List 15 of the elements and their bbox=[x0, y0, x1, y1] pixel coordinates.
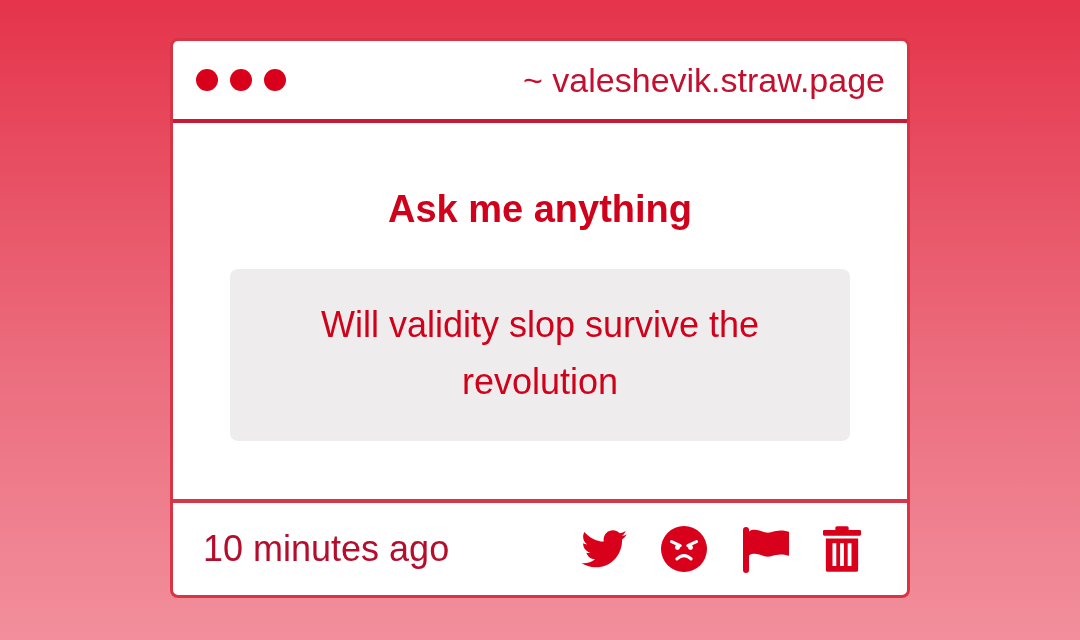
trash-icon bbox=[823, 526, 861, 572]
question-text: Will validity slop survive the revolution bbox=[320, 304, 760, 402]
report-button[interactable] bbox=[741, 525, 789, 573]
flag-icon bbox=[741, 525, 789, 573]
share-button[interactable] bbox=[581, 530, 627, 568]
dot-icon bbox=[264, 69, 286, 91]
dot-icon bbox=[230, 69, 252, 91]
timestamp: 10 minutes ago bbox=[203, 528, 450, 570]
dot-icon bbox=[196, 69, 218, 91]
page-title: Ask me anything bbox=[387, 187, 693, 231]
bird-icon bbox=[581, 530, 627, 568]
page-url: ~ valeshevik.straw.page bbox=[523, 60, 885, 100]
delete-button[interactable] bbox=[823, 526, 861, 572]
angry-face-icon bbox=[661, 526, 707, 572]
react-button[interactable] bbox=[661, 526, 707, 572]
